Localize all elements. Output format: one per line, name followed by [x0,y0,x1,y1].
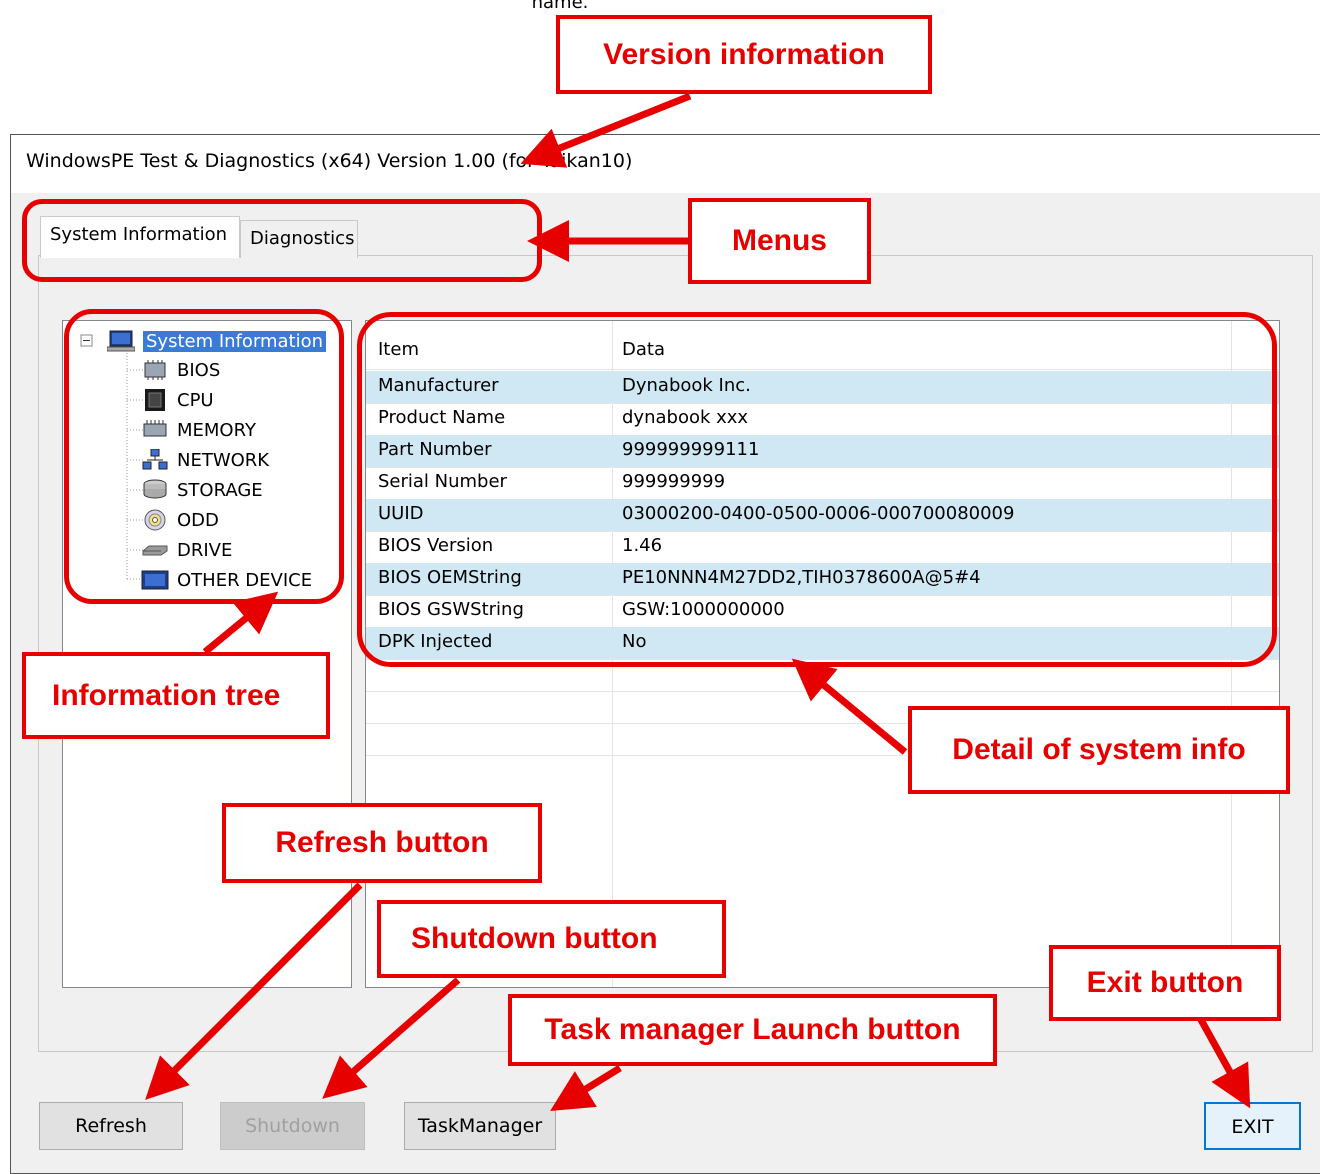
callout-exit-button: Exit button [1049,945,1281,1021]
callout-menus: Menus [688,198,871,284]
exit-button[interactable]: EXIT [1204,1102,1301,1150]
menus-highlight [22,199,542,282]
refresh-button[interactable]: Refresh [39,1102,183,1150]
shutdown-button[interactable]: Shutdown [220,1102,365,1150]
callout-task-manager-launch-button: Task manager Launch button [508,994,997,1066]
callout-version-information: Version information [556,15,932,94]
window-title: WindowsPE Test & Diagnostics (x64) Versi… [26,150,633,172]
detail-highlight [357,312,1277,667]
task-manager-button[interactable]: TaskManager [404,1102,556,1150]
callout-shutdown-button: Shutdown button [377,900,726,978]
tree-highlight [64,309,344,604]
callout-refresh-button: Refresh button [222,803,542,883]
callout-information-tree: Information tree [22,652,330,739]
callout-detail-of-system-info: Detail of system info [908,706,1290,794]
